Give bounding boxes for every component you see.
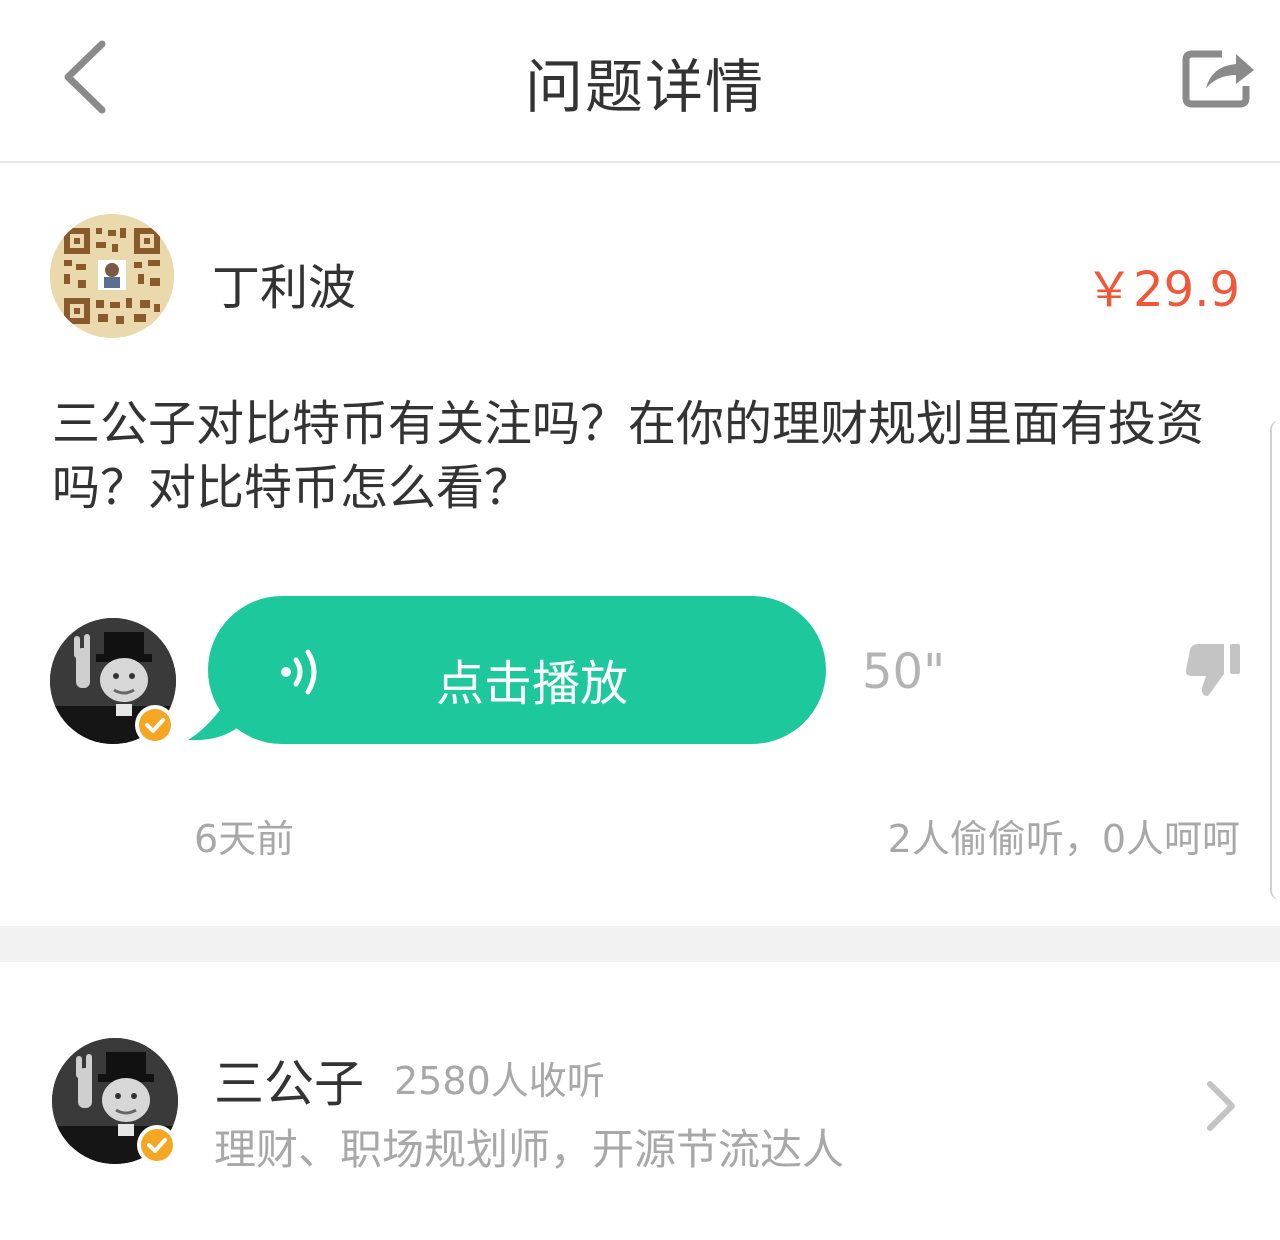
verified-badge-icon — [134, 704, 176, 746]
question-price: ￥29.9 — [1085, 262, 1240, 318]
sound-wave-icon — [278, 644, 334, 700]
section-divider — [0, 926, 1280, 962]
listen-stats: 2人偷偷听，0人呵呵 — [887, 817, 1240, 861]
expert-listener-count: 2580人收听 — [394, 1059, 605, 1103]
asker-avatar[interactable] — [50, 214, 174, 338]
share-icon — [1182, 50, 1254, 108]
audio-duration: 50" — [862, 644, 946, 700]
dislike-button[interactable] — [1184, 640, 1242, 698]
question-text: 三公子对比特币有关注吗？在你的理财规划里面有投资吗？对比特币怎么看？ — [52, 396, 1205, 516]
expert-name: 三公子 — [214, 1055, 364, 1113]
play-label: 点击播放 — [436, 656, 629, 712]
page-title: 问题详情 — [524, 53, 765, 121]
verified-badge-icon — [136, 1124, 178, 1166]
qr-code-avatar-image — [50, 214, 174, 338]
thumbs-down-icon — [1185, 644, 1240, 696]
expert-bio: 理财、职场规划师，开源节流达人 — [214, 1125, 845, 1174]
asker-name: 丁利波 — [212, 260, 357, 316]
chevron-right-icon — [1200, 1076, 1240, 1136]
share-button[interactable] — [1178, 40, 1260, 115]
answer-time: 6天前 — [194, 817, 295, 861]
edge-scroll-indicator — [1270, 420, 1280, 900]
